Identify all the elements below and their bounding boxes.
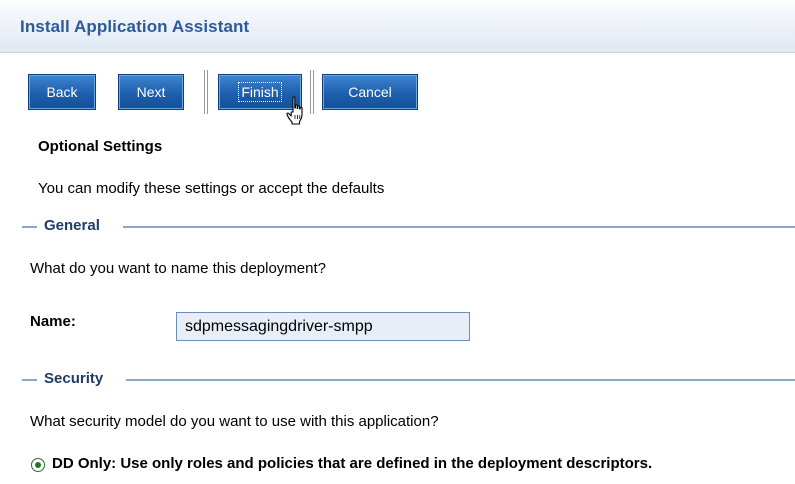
dd-only-radio[interactable]	[31, 458, 45, 472]
next-button[interactable]: Next	[118, 74, 184, 110]
section-rule-line	[22, 226, 37, 228]
security-section-label: Security	[44, 370, 104, 387]
optional-settings-heading: Optional Settings	[38, 138, 163, 155]
back-button[interactable]: Back	[28, 74, 96, 110]
cancel-button[interactable]: Cancel	[322, 74, 418, 110]
toolbar-separator	[204, 70, 208, 114]
deployment-name-question: What do you want to name this deployment…	[30, 260, 327, 277]
page-title: Install Application Assistant	[20, 17, 250, 36]
security-section-header: Security	[22, 371, 795, 387]
name-field-label: Name:	[30, 313, 76, 330]
page-header: Install Application Assistant	[0, 0, 795, 53]
section-rule-line	[123, 226, 795, 228]
dd-only-radio-label[interactable]: DD Only: Use only roles and policies tha…	[52, 455, 652, 472]
toolbar-separator	[310, 70, 314, 114]
section-rule-line	[126, 379, 795, 381]
general-section-header: General	[22, 218, 795, 234]
hand-pointer-icon	[286, 96, 303, 125]
finish-button-label: Finish	[238, 82, 282, 102]
deployment-name-input[interactable]	[176, 312, 470, 341]
security-model-question: What security model do you want to use w…	[30, 413, 439, 430]
optional-settings-description: You can modify these settings or accept …	[38, 180, 385, 197]
section-rule-line	[22, 379, 37, 381]
general-section-label: General	[44, 217, 100, 234]
